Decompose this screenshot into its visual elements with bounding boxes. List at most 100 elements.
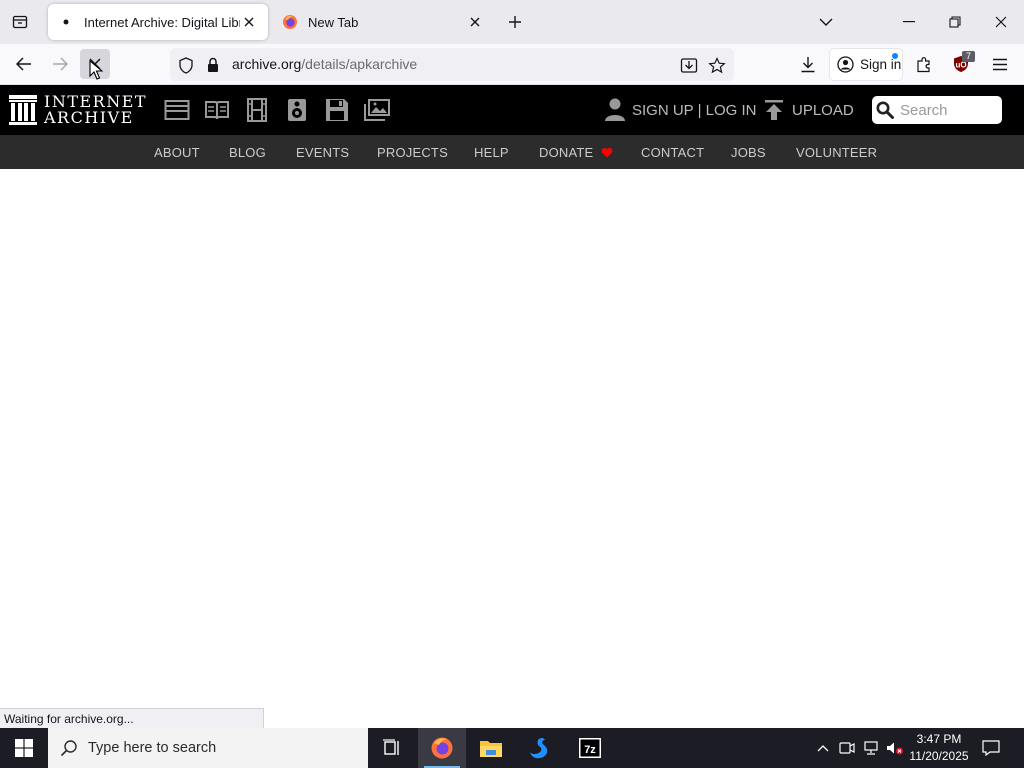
app-menu-button[interactable]	[985, 49, 1015, 79]
task-view-button[interactable]	[368, 728, 416, 768]
hamburger-menu-icon	[993, 58, 1007, 70]
network-icon[interactable]	[862, 739, 880, 757]
nav-about[interactable]: ABOUT	[154, 145, 200, 160]
ia-search-input[interactable]	[900, 101, 996, 119]
web-icon	[164, 100, 190, 120]
url-bar[interactable]: archive.org/details/apkarchive	[170, 48, 734, 81]
ia-logo[interactable]: INTERNET ARCHIVE	[8, 92, 147, 128]
loading-dot-icon	[58, 14, 74, 30]
windows-logo-icon	[15, 739, 33, 757]
plus-icon	[509, 16, 521, 28]
7zip-icon: 7z	[579, 738, 601, 758]
ublock-origin-button[interactable]: uO 7	[946, 49, 976, 79]
speaker-icon	[288, 99, 306, 121]
download-arrow-icon	[801, 56, 815, 72]
firefox-logo-icon	[431, 737, 453, 759]
meet-now-icon[interactable]	[838, 739, 856, 757]
firefox-view-icon	[12, 15, 28, 29]
video-media-button[interactable]	[244, 97, 270, 123]
list-all-tabs-button[interactable]	[803, 0, 849, 44]
software-media-button[interactable]	[324, 97, 350, 123]
loading-status-bar: Waiting for archive.org...	[0, 708, 264, 728]
close-window-button[interactable]	[978, 0, 1024, 44]
nav-help[interactable]: HELP	[474, 145, 509, 160]
windows-taskbar: Type here to search 7z 3:47 PM 11/20/202…	[0, 728, 1024, 768]
sign-up-log-in-label: SIGN UP | LOG IN	[632, 101, 757, 119]
svg-text:7z: 7z	[584, 744, 596, 756]
puzzle-piece-icon	[916, 56, 930, 72]
nav-blog[interactable]: BLOG	[229, 145, 266, 160]
tab-close-icon[interactable]	[466, 13, 484, 31]
firefox-account-sign-in-button[interactable]: Sign in	[829, 48, 903, 81]
nav-jobs[interactable]: JOBS	[731, 145, 766, 160]
restore-button[interactable]	[932, 0, 978, 44]
archive-building-icon	[9, 95, 37, 125]
ia-secondary-nav: ABOUT BLOG EVENTS PROJECTS HELP DONATE C…	[0, 135, 1024, 169]
taskbar-search-box[interactable]: Type here to search	[48, 728, 368, 768]
notification-center-button[interactable]	[980, 738, 1002, 758]
minimize-button[interactable]	[886, 0, 932, 44]
tab-title: New Tab	[308, 14, 359, 30]
floppy-disk-icon	[326, 99, 348, 121]
web-media-button[interactable]	[164, 97, 190, 123]
volume-muted-icon[interactable]	[886, 739, 904, 757]
extensions-button[interactable]	[909, 49, 939, 79]
user-silhouette-icon	[605, 98, 625, 121]
tab-close-icon[interactable]	[240, 13, 258, 31]
clock-time: 3:47 PM	[916, 732, 962, 746]
arrow-left-icon	[16, 57, 31, 71]
nav-projects[interactable]: PROJECTS	[377, 145, 448, 160]
star-bookmark-icon[interactable]	[708, 56, 726, 74]
audio-media-button[interactable]	[284, 97, 310, 123]
back-button[interactable]	[9, 49, 39, 79]
new-tab-button[interactable]	[502, 9, 528, 35]
ia-top-nav: INTERNET ARCHIVE SIGN UP | LOG IN UPLOAD…	[0, 85, 1024, 135]
nav-donate-label: DONATE	[539, 145, 594, 160]
folder-icon	[480, 741, 502, 757]
taskbar-7zip[interactable]: 7z	[566, 728, 614, 768]
taskbar-clock[interactable]: 3:47 PM 11/20/2025	[905, 731, 973, 765]
upload-link[interactable]: UPLOAD	[764, 98, 854, 122]
url-text[interactable]: archive.org/details/apkarchive	[232, 56, 417, 72]
task-view-icon	[383, 739, 399, 755]
sign-in-label: Sign in	[860, 57, 902, 72]
nav-volunteer[interactable]: VOLUNTEER	[796, 145, 877, 160]
images-media-button[interactable]	[364, 97, 390, 123]
stop-loading-button[interactable]	[80, 49, 110, 80]
taskbar-firefox[interactable]	[418, 728, 466, 768]
heart-icon	[601, 148, 613, 158]
save-page-icon[interactable]	[680, 56, 698, 74]
lock-icon[interactable]	[204, 56, 222, 74]
swan-app-icon	[530, 738, 548, 759]
ia-search-box[interactable]	[872, 96, 1002, 124]
tab-new-tab[interactable]: New Tab	[272, 4, 494, 40]
page-content-area	[0, 169, 1024, 728]
upload-arrow-icon	[765, 100, 783, 120]
mouse-cursor-icon	[89, 60, 103, 80]
firefox-view-button[interactable]	[6, 8, 34, 36]
taskbar-pinned-app[interactable]	[516, 728, 564, 768]
navigation-toolbar: archive.org/details/apkarchive Sign in u…	[0, 44, 1024, 85]
tab-internet-archive[interactable]: Internet Archive: Digital Library	[48, 4, 268, 40]
downloads-button[interactable]	[793, 49, 823, 79]
sign-up-log-in-link[interactable]: SIGN UP | LOG IN	[604, 98, 756, 122]
restore-icon	[949, 16, 961, 28]
shield-icon[interactable]	[177, 56, 195, 74]
account-circle-icon	[837, 56, 854, 73]
start-button[interactable]	[0, 728, 48, 768]
nav-donate[interactable]: DONATE	[539, 145, 613, 160]
search-icon	[60, 740, 77, 757]
nav-events[interactable]: EVENTS	[296, 145, 349, 160]
texts-media-button[interactable]	[204, 97, 230, 123]
show-hidden-icons-chevron-up-icon[interactable]	[814, 739, 832, 757]
close-icon	[995, 16, 1007, 28]
notification-speech-bubble-icon	[982, 740, 1000, 756]
forward-button[interactable]	[45, 49, 75, 79]
taskbar-file-explorer[interactable]	[467, 728, 515, 768]
url-path: /details/apkarchive	[301, 56, 418, 72]
film-strip-icon	[247, 98, 267, 122]
chevron-down-icon	[819, 18, 833, 26]
ia-logo-line2: ARCHIVE	[44, 108, 134, 127]
nav-contact[interactable]: CONTACT	[641, 145, 704, 160]
taskbar-search-placeholder: Type here to search	[88, 740, 217, 756]
